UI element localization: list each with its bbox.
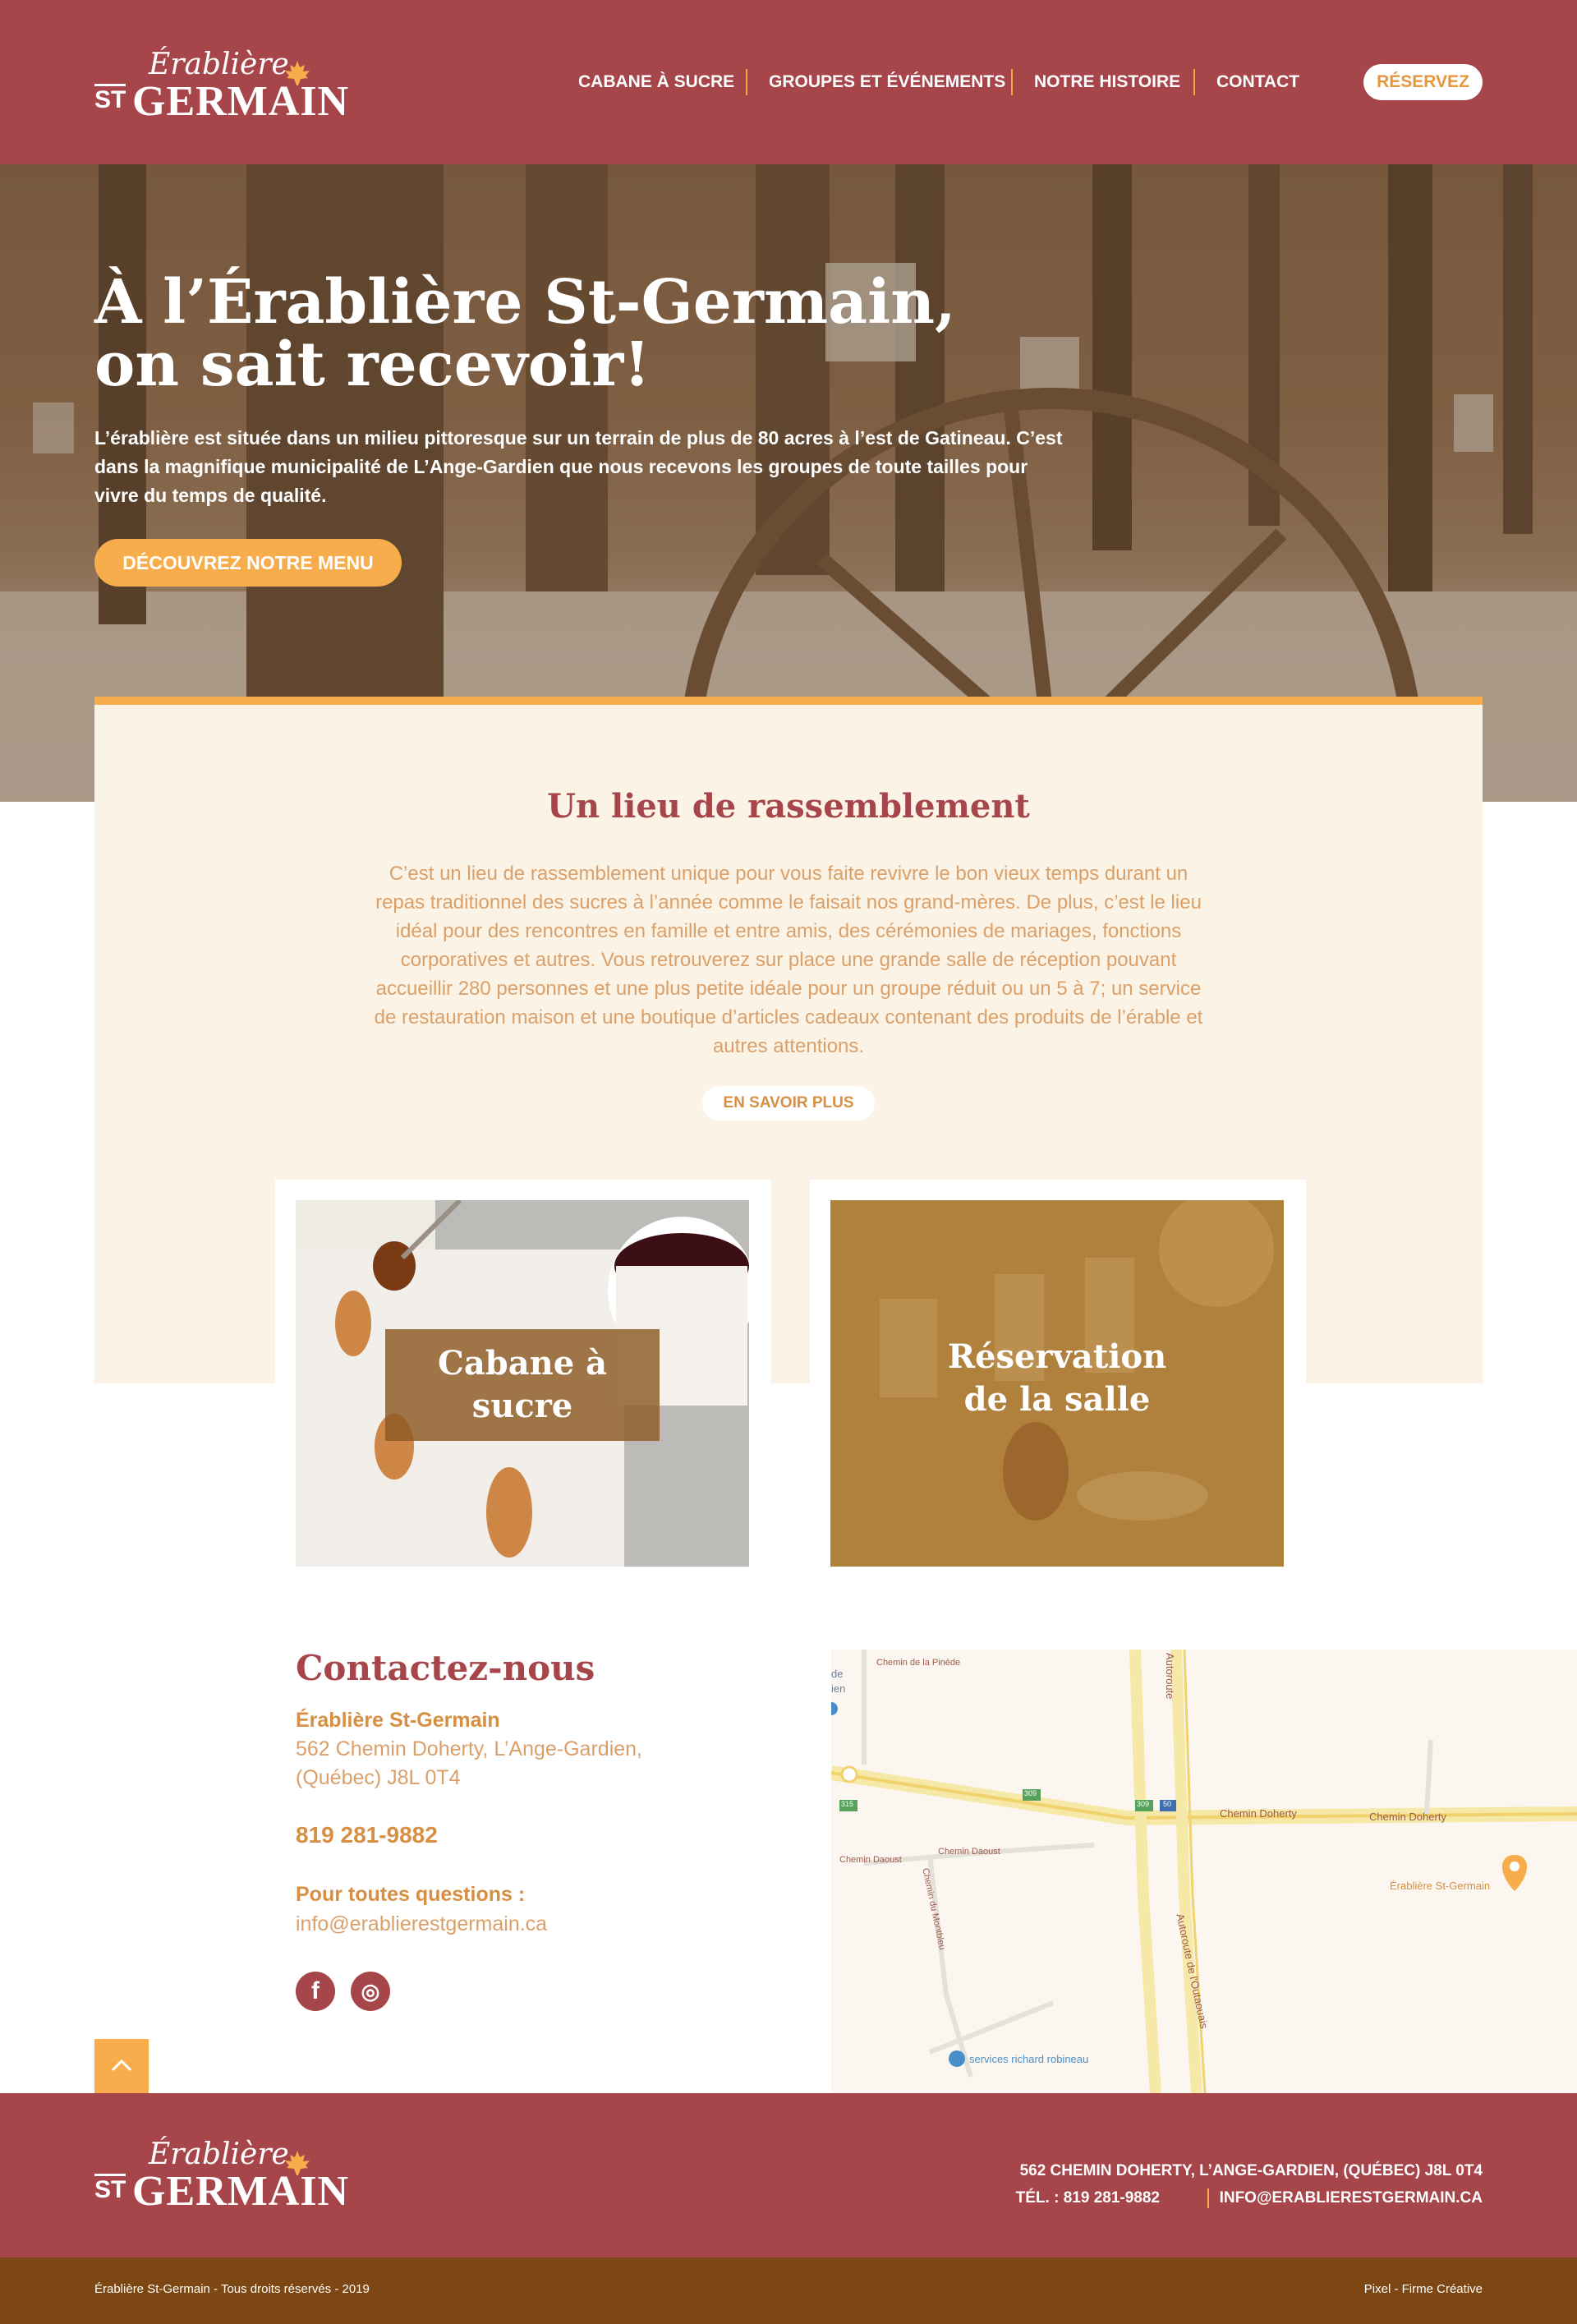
map-label: Chemin Doherty [1220,1807,1297,1820]
hero-description: L’érablière est située dans un milieu pi… [94,427,1063,506]
hero-title-line: À l’Érablière St-Germain, [94,267,956,338]
logo-script: Érablière [149,2138,289,2171]
tile-label-line: Cabane à [437,1344,607,1383]
menu-button[interactable]: DÉCOUVREZ NOTRE MENU [94,539,402,587]
more-button[interactable]: EN SAVOIR PLUS [702,1086,875,1121]
footer-email[interactable]: INFO@ERABLIERESTGERMAIN.CA [1220,2189,1483,2207]
logo-script: Érablière [149,48,289,81]
hero-title: À l’Érablière St-Germain, on sait recevo… [94,271,1080,396]
contact-questions-label: Pour toutes questions : [296,1883,526,1906]
facebook-icon[interactable]: f [296,1972,335,2011]
map-pin-label: Érablière St-Germain [1390,1880,1491,1892]
footer-phone[interactable]: TÉL. : 819 281-9882 [1016,2189,1160,2207]
logo-st: ST [94,2174,126,2202]
map-label: Chemin Daoust [839,1855,902,1865]
tile-label-line: sucre [471,1387,573,1425]
logo-name: GERMAIN [132,78,350,125]
nav-separator [1193,69,1195,95]
map[interactable]: Chemin de la Pinède de ien Autoroute Che… [831,1650,1577,2093]
bottom-bar: Érablière St-Germain - Tous droits réser… [0,2257,1577,2324]
site-header: Érablière ST GERMAIN CABANE À SUCRE GROU… [0,0,1577,164]
nav-contact[interactable]: CONTACT [1216,67,1299,97]
tile-label: Cabane à sucre [385,1329,660,1441]
tile-cabane[interactable]: Cabane à sucre [275,1180,771,1584]
contact-address-line: 562 Chemin Doherty, L’Ange-Gardien, [296,1737,642,1760]
footer-separator [1207,2188,1209,2208]
reserve-button[interactable]: RÉSERVEZ [1363,64,1483,100]
about-title: Un lieu de rassemblement [547,787,1030,826]
nav-histoire[interactable]: NOTRE HISTOIRE [1034,67,1180,97]
footer-address: 562 CHEMIN DOHERTY, L’ANGE-GARDIEN, (QUÉ… [1019,2162,1483,2179]
instagram-icon[interactable]: ◎ [351,1972,390,2011]
tile-label: Réservation de la salle [830,1336,1284,1434]
nav-separator [746,69,747,95]
nav-cabane[interactable]: CABANE À SUCRE [578,67,734,97]
about-text: C’est un lieu de rassemblement unique po… [374,863,1203,1057]
contact-title: Contactez-nous [296,1648,595,1688]
route-shield: 309 [1137,1800,1150,1808]
logo[interactable]: Érablière ST GERMAIN [94,48,348,125]
logo-name: GERMAIN [132,2168,350,2215]
route-shield: 315 [841,1800,854,1808]
site-footer: Érablière ST GERMAIN 562 CHEMIN DOHERTY,… [0,2093,1577,2257]
tile-reservation[interactable]: Réservation de la salle [810,1180,1306,1584]
contact-address-line: (Québec) J8L 0T4 [296,1766,461,1789]
map-label: Autoroute [1164,1653,1176,1700]
route-shield: 50 [1163,1800,1172,1808]
map-label: Chemin Doherty [1369,1811,1446,1823]
footer-logo[interactable]: Érablière ST GERMAIN [94,2138,348,2215]
maple-leaf-icon [285,61,310,85]
maple-leaf-icon [285,2151,310,2175]
copyright: Érablière St-Germain - Tous droits réser… [94,2282,370,2296]
contact-section: Contactez-nous Érablière St-Germain 562 … [296,1648,788,1935]
map-label: Chemin Daoust [938,1847,1000,1857]
map-label: ien [831,1682,846,1695]
chevron-up-icon [111,2059,132,2072]
contact-phone[interactable]: 819 281-9882 [296,1822,438,1848]
credit-link[interactable]: Pixel - Firme Créative [1364,2282,1483,2296]
tile-label-line: Réservation [947,1337,1167,1376]
route-shield: 309 [1024,1789,1037,1797]
contact-name: Érablière St-Germain [296,1709,500,1732]
logo-st: ST [94,84,126,113]
back-to-top-button[interactable] [94,2039,149,2093]
nav-separator [1011,69,1013,95]
tile-label-line: de la salle [963,1380,1151,1419]
map-label: services richard robineau [969,2053,1089,2065]
map-label: Chemin de la Pinède [876,1658,961,1668]
contact-email[interactable]: info@erablierestgermain.ca [296,1912,547,1936]
map-label: de [831,1668,844,1680]
hero-title-line: on sait recevoir! [94,329,651,400]
nav-groupes[interactable]: GROUPES ET ÉVÉNEMENTS [769,67,1005,97]
